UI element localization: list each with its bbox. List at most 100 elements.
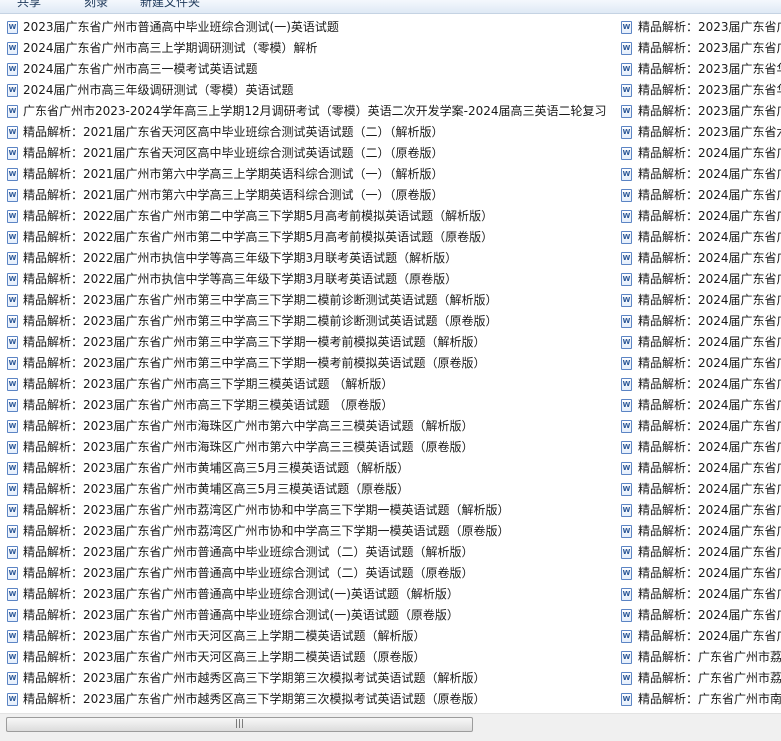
file-item[interactable]: 精品解析：广东省广州市南 — [615, 689, 781, 710]
file-item[interactable]: 精品解析：2024届广东省广 — [615, 290, 781, 311]
word-document-icon — [7, 378, 18, 391]
file-name: 精品解析：2024届广东省广 — [638, 251, 781, 265]
file-name: 精品解析：2023届广东省华 — [638, 62, 781, 76]
word-document-icon — [621, 147, 632, 160]
file-item[interactable]: 精品解析：2023届广东省广州市普通高中毕业班综合测试（二）英语试题（原卷版） — [0, 563, 615, 584]
file-name: 精品解析：2024届广东省广 — [638, 293, 781, 307]
file-item[interactable]: 精品解析：2024届广东省广 — [615, 164, 781, 185]
file-item[interactable]: 精品解析：2024届广东省广 — [615, 605, 781, 626]
word-document-icon — [621, 546, 632, 559]
file-name: 精品解析：2024届广东省广 — [638, 146, 781, 160]
word-document-icon — [7, 315, 18, 328]
file-name: 精品解析：2024届广东省广 — [638, 335, 781, 349]
file-item[interactable]: 精品解析：2023届广东省广州市荔湾区广州市协和中学高三下学期一模英语试题（原卷… — [0, 521, 615, 542]
burn-button[interactable]: 刻录 — [84, 0, 108, 10]
file-name: 精品解析：2023届广东省广州市天河区高三上学期二模英语试题（解析版） — [23, 629, 426, 643]
file-item[interactable]: 精品解析：2024届广东省广 — [615, 416, 781, 437]
file-item[interactable]: 精品解析：2024届广东省广 — [615, 269, 781, 290]
file-item[interactable]: 精品解析：2023届广东省广州市第三中学高三下学期二模前诊断测试英语试题（原卷版… — [0, 311, 615, 332]
file-item[interactable]: 精品解析：2023届广东省广 — [615, 17, 781, 38]
file-item[interactable]: 精品解析：2024届广东省广 — [615, 521, 781, 542]
horizontal-scrollbar[interactable]: ||| — [0, 713, 781, 741]
file-item[interactable]: 精品解析：2023届广东省广州市天河区高三上学期二模英语试题（原卷版） — [0, 647, 615, 668]
file-item[interactable]: 精品解析：2023届广东省广州市普通高中毕业班综合测试(一)英语试题（解析版） — [0, 584, 615, 605]
file-item[interactable]: 精品解析：2021届广东省天河区高中毕业班综合测试英语试题（二）（原卷版） — [0, 143, 615, 164]
file-item[interactable]: 精品解析：2024届广东省广 — [615, 542, 781, 563]
file-item[interactable]: 精品解析：2024届广东省广 — [615, 395, 781, 416]
file-item[interactable]: 2024届广州市高三年级调研测试（零模）英语试题 — [0, 80, 615, 101]
file-item[interactable]: 精品解析：2024届广东省广 — [615, 353, 781, 374]
file-item[interactable]: 精品解析：2021届广州市第六中学高三上学期英语科综合测试（一）（解析版） — [0, 164, 615, 185]
word-document-icon — [621, 105, 632, 118]
file-item[interactable]: 精品解析：2023届广东省广州市海珠区广州市第六中学高三三模英语试题（原卷版） — [0, 437, 615, 458]
file-item[interactable]: 精品解析：2023届广东省广州市普通高中毕业班综合测试（二）英语试题（解析版） — [0, 542, 615, 563]
word-document-icon — [7, 441, 18, 454]
file-name: 2024届广东省广州市高三一模考试英语试题 — [23, 62, 258, 76]
file-name: 精品解析：2024届广东省广 — [638, 314, 781, 328]
file-item[interactable]: 精品解析：2023届广东省广州市荔湾区广州市协和中学高三下学期一模英语试题（解析… — [0, 500, 615, 521]
file-item[interactable]: 精品解析：2024届广东省广 — [615, 143, 781, 164]
file-item[interactable]: 精品解析：2023届广东省广 — [615, 38, 781, 59]
word-document-icon — [7, 651, 18, 664]
word-document-icon — [7, 420, 18, 433]
file-item[interactable]: 2023届广东省广州市普通高中毕业班综合测试(一)英语试题 — [0, 17, 615, 38]
word-document-icon — [621, 630, 632, 643]
file-item[interactable]: 精品解析：2022届广东省广州市第二中学高三下学期5月高考前模拟英语试题（解析版… — [0, 206, 615, 227]
new-folder-button[interactable]: 新建文件夹 — [140, 0, 200, 10]
file-item[interactable]: 精品解析：广东省广州市荔 — [615, 647, 781, 668]
word-document-icon — [7, 63, 18, 76]
file-item[interactable]: 精品解析：2023届广东省广州市第三中学高三下学期二模前诊断测试英语试题（解析版… — [0, 290, 615, 311]
file-item[interactable]: 精品解析：2023届广东省广州市高三下学期三模英语试题 （原卷版） — [0, 395, 615, 416]
file-name: 精品解析：2021届广东省天河区高中毕业班综合测试英语试题（二）（原卷版） — [23, 146, 444, 160]
file-item[interactable]: 精品解析：2024届广东省广 — [615, 458, 781, 479]
file-item[interactable]: 精品解析：2024届广东省广 — [615, 206, 781, 227]
file-item[interactable]: 2024届广东省广州市高三一模考试英语试题 — [0, 59, 615, 80]
file-item[interactable]: 2024届广东省广州市高三上学期调研测试（零模）解析 — [0, 38, 615, 59]
file-name: 精品解析：2023届广东省广州市荔湾区广州市协和中学高三下学期一模英语试题（解析… — [23, 503, 510, 517]
file-item[interactable]: 精品解析：2022届广东省广州市第二中学高三下学期5月高考前模拟英语试题（原卷版… — [0, 227, 615, 248]
file-item[interactable]: 精品解析：2023届广东省华 — [615, 59, 781, 80]
word-document-icon — [621, 399, 632, 412]
file-item[interactable]: 广东省广州市2023-2024学年高三上学期12月调研考试（零模）英语二次开发学… — [0, 101, 615, 122]
file-item[interactable]: 精品解析：2023届广东省广州市海珠区广州市第六中学高三三模英语试题（解析版） — [0, 416, 615, 437]
file-item[interactable]: 精品解析：2024届广东省广 — [615, 311, 781, 332]
file-item[interactable]: 精品解析：2023届广东省广州市高三下学期三模英语试题 （解析版） — [0, 374, 615, 395]
file-name: 精品解析：2024届广东省广 — [638, 545, 781, 559]
file-item[interactable]: 精品解析：2023届广东省广 — [615, 101, 781, 122]
file-item[interactable]: 精品解析：2023届广东省广州市天河区高三上学期二模英语试题（解析版） — [0, 626, 615, 647]
file-item[interactable]: 精品解析：2023届广东省广州市黄埔区高三5月三模英语试题（原卷版） — [0, 479, 615, 500]
file-item[interactable]: 精品解析：2022届广州市执信中学等高三年级下学期3月联考英语试题（原卷版） — [0, 269, 615, 290]
word-document-icon — [7, 672, 18, 685]
file-item[interactable]: 精品解析：2023届广东省广州市越秀区高三下学期第三次模拟考试英语试题（原卷版） — [0, 689, 615, 710]
file-item[interactable]: 精品解析：2024届广东省广 — [615, 227, 781, 248]
file-item[interactable]: 精品解析：2024届广东省广 — [615, 563, 781, 584]
file-item[interactable]: 精品解析：2024届广东省广 — [615, 374, 781, 395]
file-item[interactable]: 精品解析：2024届广东省广 — [615, 437, 781, 458]
file-item[interactable]: 精品解析：2024届广东省广 — [615, 479, 781, 500]
file-item[interactable]: 精品解析：2023届广东省六 — [615, 122, 781, 143]
file-item[interactable]: 精品解析：2023届广东省广州市第三中学高三下学期一模考前模拟英语试题（解析版） — [0, 332, 615, 353]
file-item[interactable]: 精品解析：2024届广东省广 — [615, 584, 781, 605]
word-document-icon — [621, 189, 632, 202]
share-button[interactable]: 共享 — [17, 0, 41, 10]
file-name: 精品解析：2023届广东省广州市越秀区高三下学期第三次模拟考试英语试题（解析版） — [23, 671, 486, 685]
file-item[interactable]: 精品解析：2024届广东省广 — [615, 500, 781, 521]
file-item[interactable]: 精品解析：2021届广东省天河区高中毕业班综合测试英语试题（二）（解析版） — [0, 122, 615, 143]
file-item[interactable]: 精品解析：2023届广东省华 — [615, 80, 781, 101]
file-item[interactable]: 精品解析：2024届广东省广 — [615, 248, 781, 269]
file-item[interactable]: 精品解析：2023届广东省广州市越秀区高三下学期第三次模拟考试英语试题（解析版） — [0, 668, 615, 689]
file-item[interactable]: 精品解析：2022届广州市执信中学等高三年级下学期3月联考英语试题（解析版） — [0, 248, 615, 269]
file-name: 精品解析：2023届广东省广州市黄埔区高三5月三模英语试题（原卷版） — [23, 482, 410, 496]
file-item[interactable]: 精品解析：2024届广东省广 — [615, 185, 781, 206]
file-item[interactable]: 精品解析：2023届广东省广州市第三中学高三下学期一模考前模拟英语试题（原卷版） — [0, 353, 615, 374]
file-item[interactable]: 精品解析：2024届广东省广 — [615, 332, 781, 353]
file-column-2: 精品解析：2023届广东省广精品解析：2023届广东省广精品解析：2023届广东… — [615, 17, 781, 710]
file-item[interactable]: 精品解析：2023届广东省广州市普通高中毕业班综合测试(一)英语试题（原卷版） — [0, 605, 615, 626]
file-item[interactable]: 精品解析：2023届广东省广州市黄埔区高三5月三模英语试题（解析版） — [0, 458, 615, 479]
file-name: 精品解析：2023届广东省广州市第三中学高三下学期一模考前模拟英语试题（原卷版） — [23, 356, 486, 370]
file-item[interactable]: 精品解析：2024届广东省广 — [615, 626, 781, 647]
scrollbar-thumb[interactable]: ||| — [6, 717, 473, 732]
file-item[interactable]: 精品解析：2021届广州市第六中学高三上学期英语科综合测试（一）（原卷版） — [0, 185, 615, 206]
file-item[interactable]: 精品解析：广东省广州市荔 — [615, 668, 781, 689]
file-name: 精品解析：2023届广东省广州市高三下学期三模英语试题 （解析版） — [23, 377, 394, 391]
